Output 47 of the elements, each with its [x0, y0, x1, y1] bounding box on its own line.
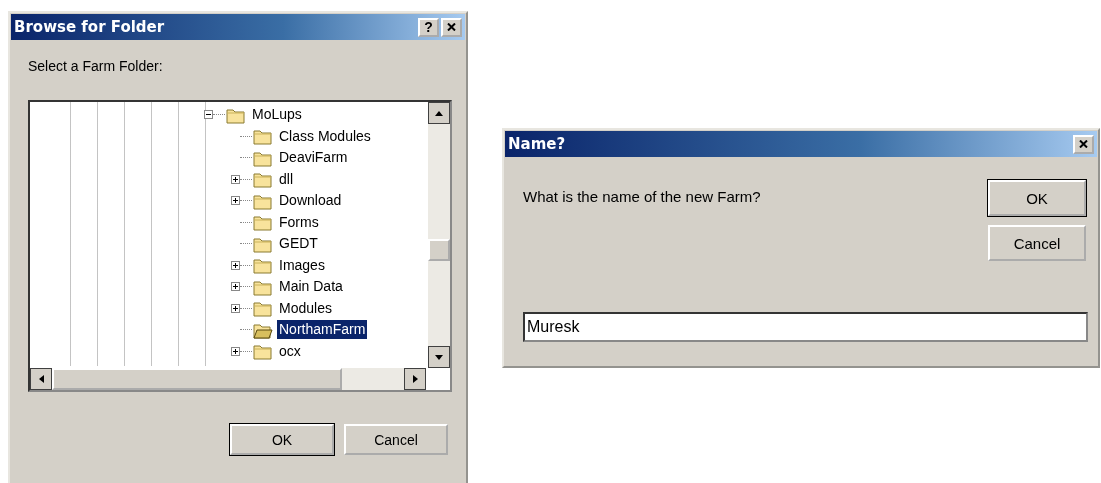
folder-icon — [253, 256, 273, 275]
scrollbar-thumb[interactable] — [428, 239, 450, 261]
scroll-down-icon — [428, 346, 450, 368]
dialog-button[interactable]: Cancel — [988, 225, 1086, 261]
prompt-label: Select a Farm Folder: — [28, 58, 164, 74]
dialog-button[interactable]: OK — [988, 180, 1086, 216]
help-button[interactable]: ? — [418, 17, 439, 37]
tree-item[interactable]: Class Modules — [277, 126, 373, 146]
dialog-button[interactable]: OK — [230, 424, 334, 455]
folder-icon — [253, 127, 273, 146]
expand-icon[interactable] — [231, 196, 240, 206]
tree-item[interactable]: Download — [277, 191, 344, 211]
close-icon — [447, 23, 456, 31]
tree-item[interactable]: DeaviFarm — [277, 148, 350, 168]
vertical-scrollbar[interactable] — [428, 102, 450, 368]
scrollbar-thumb[interactable] — [52, 368, 342, 390]
close-button[interactable] — [1073, 134, 1094, 154]
scroll-up-icon — [428, 102, 450, 124]
expand-icon[interactable] — [231, 303, 240, 313]
name-input-field[interactable]: Muresk — [523, 312, 1088, 342]
tree-item[interactable]: MoLups — [250, 105, 304, 125]
tree-item[interactable]: Forms — [277, 212, 321, 232]
close-button[interactable] — [441, 17, 462, 37]
dialog-button[interactable]: Cancel — [344, 424, 448, 455]
expand-icon[interactable] — [231, 346, 240, 356]
tree-item[interactable]: NorthamFarm — [277, 320, 368, 340]
tree-item[interactable]: Images — [277, 255, 327, 275]
horizontal-scrollbar[interactable] — [30, 368, 426, 390]
window-title: Browse for Folder — [14, 18, 165, 36]
tree-item[interactable]: ocx — [277, 341, 303, 361]
folder-icon — [253, 299, 273, 318]
folder-icon — [253, 170, 273, 189]
collapse-icon[interactable] — [204, 110, 213, 120]
expand-icon[interactable] — [231, 260, 240, 270]
folder-icon — [253, 342, 273, 361]
tree-item[interactable]: Modules — [277, 298, 334, 318]
scroll-right-icon — [404, 368, 426, 390]
tree-item[interactable]: dll — [277, 169, 295, 189]
tree-item[interactable]: Main Data — [277, 277, 345, 297]
folder-icon — [253, 213, 273, 232]
scroll-left-icon — [30, 368, 52, 390]
window-title: Name? — [508, 135, 566, 153]
close-icon — [1079, 140, 1088, 148]
expand-icon[interactable] — [231, 282, 240, 292]
prompt-label: What is the name of the new Farm? — [523, 188, 761, 207]
tree-item[interactable]: GEDT — [277, 234, 320, 254]
expand-icon[interactable] — [231, 174, 240, 184]
